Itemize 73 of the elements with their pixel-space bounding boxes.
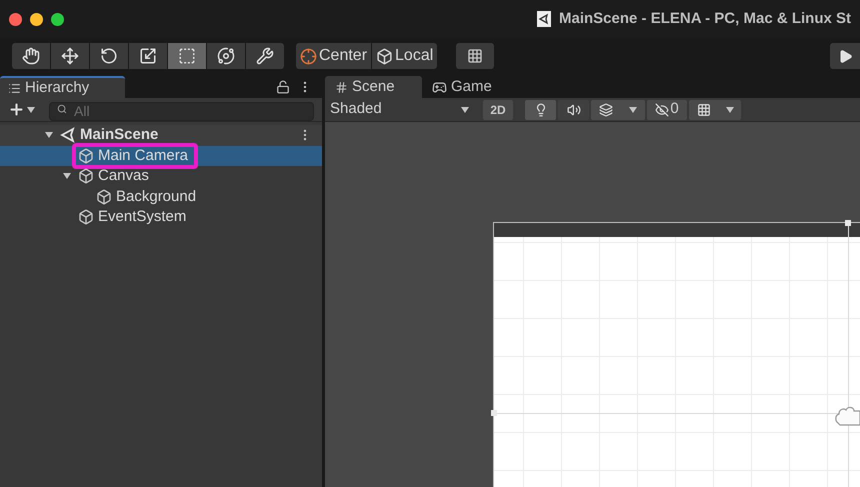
tree-item-label: Canvas <box>98 166 149 186</box>
tool-button[interactable] <box>90 43 128 69</box>
gamepad-icon <box>432 80 447 94</box>
gameobject-icon <box>96 188 112 205</box>
hash-icon <box>335 80 348 94</box>
gameobject-icon <box>78 209 94 226</box>
view-tab[interactable]: Game <box>422 76 502 98</box>
tab-label: Hierarchy <box>25 78 90 98</box>
hidden-objects-toggle[interactable]: 0 <box>647 100 687 120</box>
play-button[interactable] <box>830 43 860 69</box>
tool-button[interactable] <box>246 43 284 69</box>
hierarchy-tab[interactable]: Hierarchy <box>0 76 125 98</box>
list-icon <box>8 82 21 94</box>
rect-tool-icon <box>178 47 196 65</box>
effects-toggle[interactable] <box>591 100 645 120</box>
tree-item[interactable]: EventSystem <box>0 207 322 228</box>
resize-handle[interactable] <box>491 410 497 416</box>
expand-caret-icon <box>45 132 53 138</box>
caret-icon <box>461 106 469 112</box>
eye-off-icon <box>655 102 670 116</box>
grid-icon <box>696 102 710 116</box>
tree-item[interactable]: Background <box>0 186 322 207</box>
lock-icon[interactable] <box>276 80 290 94</box>
caret-icon <box>629 106 637 112</box>
resize-handle[interactable] <box>845 220 851 226</box>
local-space-icon <box>376 48 394 64</box>
rotate-icon <box>100 47 118 65</box>
scene-header-row[interactable]: MainScene <box>0 125 322 146</box>
close-window-button[interactable] <box>9 12 22 26</box>
zoom-window-button[interactable] <box>51 12 64 26</box>
tree-item[interactable]: Canvas <box>0 166 322 186</box>
lighting-toggle[interactable] <box>525 100 556 120</box>
plus-icon <box>8 101 25 118</box>
tool-button[interactable] <box>207 43 245 69</box>
snap-button[interactable] <box>456 43 494 69</box>
caret-icon <box>27 106 35 112</box>
pivot-button[interactable]: Center <box>296 43 372 69</box>
grid-snap-icon <box>467 48 484 64</box>
tree-item-label: EventSystem <box>98 207 186 227</box>
speaker-icon <box>566 102 580 116</box>
tool-button[interactable] <box>51 43 89 69</box>
2d-toggle[interactable]: 2D <box>483 100 513 120</box>
tree-item-label: MainScene <box>80 125 158 145</box>
tree-item-label: Background <box>116 186 196 206</box>
play-icon <box>838 48 852 64</box>
minimize-window-button[interactable] <box>30 12 43 26</box>
app-icon <box>537 11 551 27</box>
search-field[interactable]: All <box>49 102 314 120</box>
tool-button[interactable] <box>12 43 50 69</box>
gameobject-icon <box>78 168 94 184</box>
tool-button[interactable] <box>168 43 206 69</box>
layers-icon <box>599 102 613 116</box>
audio-toggle[interactable] <box>558 100 589 120</box>
search-icon <box>57 104 67 114</box>
create-button[interactable] <box>8 101 35 118</box>
tree-item[interactable]: Main Camera <box>0 146 322 166</box>
shading-dropdown[interactable]: Shaded <box>325 98 477 121</box>
caret-icon <box>726 106 734 112</box>
tree-item-label: Main Camera <box>98 146 188 166</box>
tools-icon <box>256 47 274 65</box>
gameobject-icon <box>78 148 94 164</box>
scale-icon <box>139 47 157 65</box>
transform-icon <box>217 47 235 65</box>
grid-toggle[interactable] <box>689 100 741 120</box>
window-title: MainScene - ELENA - PC, Mac & Linux St <box>559 8 851 29</box>
view-tab[interactable]: Scene <box>325 76 422 98</box>
move-icon <box>61 47 79 65</box>
pivot-center-icon <box>300 48 317 64</box>
pivot-button[interactable]: Local <box>372 43 438 69</box>
expand-caret-icon <box>63 173 71 180</box>
hand-icon <box>22 47 40 65</box>
scene-icon <box>60 127 76 144</box>
tool-button[interactable] <box>129 43 167 69</box>
